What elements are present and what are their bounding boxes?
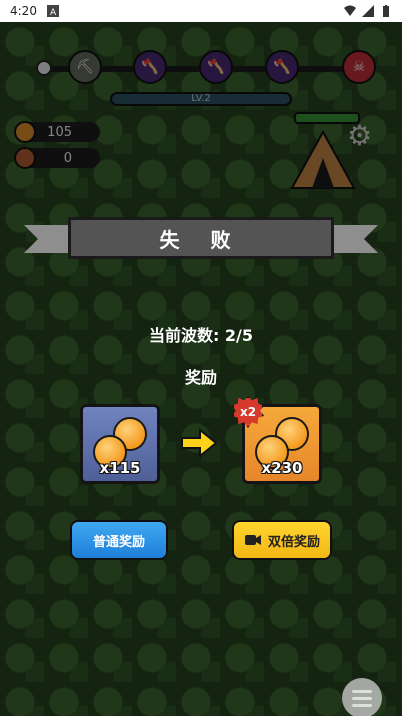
arrow-right-icon: [181, 428, 218, 458]
normal-reward-card: x115: [80, 404, 160, 484]
clock: 4:20: [10, 4, 37, 18]
double-reward-button-label: 双倍奖励: [267, 534, 320, 550]
result-banner: 失 败: [24, 217, 378, 259]
menu-icon: [352, 689, 372, 693]
video-camera-icon: [244, 535, 261, 545]
double-reward-count: x230: [261, 459, 303, 477]
result-title: 失 败: [68, 217, 334, 259]
status-bar: 4:20 A: [0, 0, 402, 22]
wifi-icon: [344, 5, 356, 16]
normal-reward-count: x115: [99, 459, 141, 477]
signal-icon: [362, 5, 374, 17]
double-reward-button[interactable]: 双倍奖励: [232, 520, 332, 560]
menu-button[interactable]: [342, 678, 382, 716]
wave-text: 当前波数: 2/5: [148, 326, 254, 345]
battery-icon: [383, 5, 389, 17]
reward-label: 奖励: [184, 368, 217, 387]
svg-text:A: A: [50, 8, 57, 17]
game-scene: ⛏ 🪓 🪓 🪓 ☠ LV.2 105 0 ⚙ 失 败 当前波数: 2/5 奖励 …: [0, 22, 402, 716]
normal-reward-button-label: 普通奖励: [92, 534, 145, 550]
normal-reward-button[interactable]: 普通奖励: [70, 520, 168, 560]
notification-a-icon: A: [46, 5, 59, 17]
